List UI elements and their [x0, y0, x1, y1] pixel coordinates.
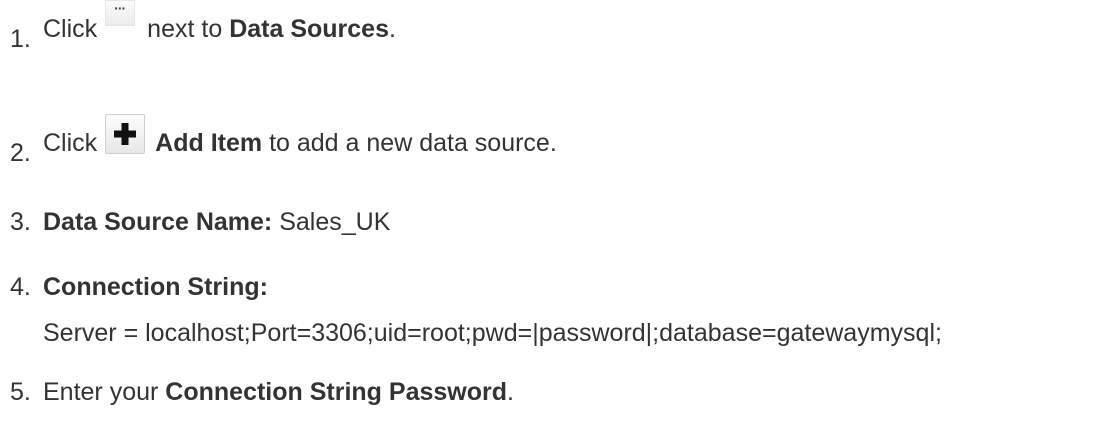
step-1: 1. Click ··· next to Data Sources.	[10, 0, 396, 53]
ellipsis-icon[interactable]: ···	[105, 0, 136, 26]
step-5: 5. Enter your Connection String Password.	[10, 377, 514, 407]
step-number: 3.	[10, 208, 31, 236]
data-source-name-value: Sales_UK	[279, 208, 391, 236]
step-text: Click	[43, 129, 98, 157]
step-4: 4. Connection String:	[10, 272, 268, 302]
step-number: 2.	[10, 139, 31, 167]
step-number: 4.	[10, 273, 31, 301]
step-text: to add a new data source.	[269, 129, 557, 157]
step-3: 3. Data Source Name: Sales_UK	[10, 207, 390, 237]
connection-string-label: Connection String:	[43, 273, 268, 301]
connection-string-password-label: Connection String Password	[165, 378, 507, 406]
connection-string-value: Server = localhost;Port=3306;uid=root;pw…	[43, 319, 942, 347]
step-text: .	[507, 378, 514, 406]
plus-icon[interactable]	[105, 114, 146, 154]
add-item-label: Add Item	[155, 129, 263, 157]
step-number: 1.	[10, 25, 31, 53]
step-text: .	[388, 15, 396, 43]
step-2: 2. Click Add Item to add a new data source…	[10, 114, 557, 168]
data-source-name-label: Data Source Name:	[43, 208, 273, 236]
step-text: Click	[43, 15, 98, 43]
step-number: 5.	[10, 378, 31, 406]
step-text: Enter your	[43, 378, 159, 406]
step-text: next to	[147, 15, 223, 43]
data-sources-label: Data Sources	[229, 15, 389, 43]
